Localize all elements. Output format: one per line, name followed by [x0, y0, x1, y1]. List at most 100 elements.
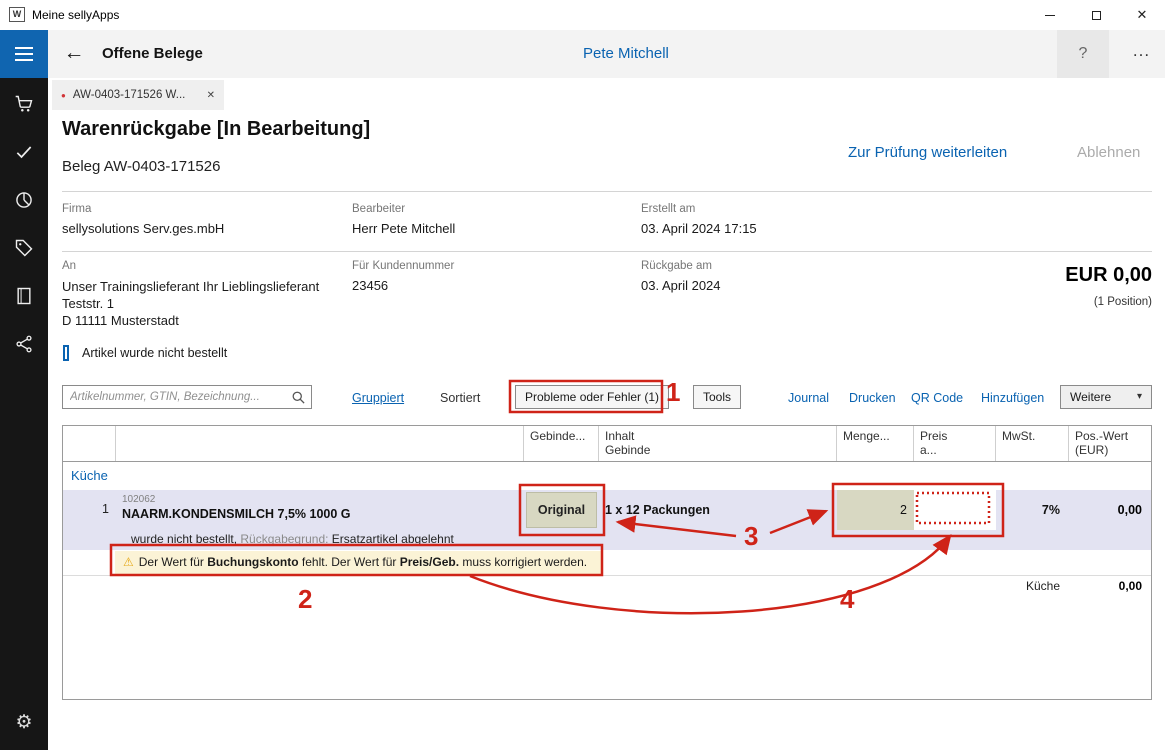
tools-button[interactable]: Tools [693, 385, 741, 409]
title-bar: W Meine sellyApps ✕ [0, 0, 1165, 30]
maximize-icon [1092, 11, 1101, 20]
app-header: ← Offene Belege Pete Mitchell ? ... [0, 30, 1165, 78]
mwst-cell: 7% [996, 490, 1069, 530]
user-name[interactable]: Pete Mitchell [583, 30, 669, 78]
hamburger-menu-button[interactable] [0, 30, 48, 78]
maximize-button[interactable] [1073, 0, 1119, 30]
hamburger-icon [15, 47, 33, 49]
warning-icon: ⚠ [123, 555, 134, 569]
col-header-gebinde[interactable]: Gebinde... [524, 426, 599, 461]
rueckgabe-am-label: Rückgabe am [641, 260, 712, 272]
chevron-down-icon: ▾ [1137, 386, 1142, 408]
col-header-preis[interactable]: Preis a... [914, 426, 996, 461]
close-button[interactable]: ✕ [1119, 0, 1165, 30]
erstellt-am-label: Erstellt am [641, 203, 695, 215]
group-row: Küche [63, 462, 1151, 490]
divider [62, 251, 1152, 252]
article-name: NAARM.KONDENSMILCH 7,5% 1000 G [122, 507, 524, 521]
kundennummer-label: Für Kundennummer [352, 260, 454, 272]
not-ordered-checkbox[interactable] [63, 345, 69, 361]
group-summary-row: Küche 0,00 [63, 575, 1151, 597]
sidebar-item-share[interactable] [0, 320, 48, 368]
minimize-icon [1045, 15, 1055, 16]
poswert-cell: 0,00 [1069, 490, 1151, 530]
back-button[interactable]: ← [56, 30, 92, 78]
probleme-oder-fehler-button[interactable]: Probleme oder Fehler (1) [515, 385, 669, 409]
preis-input-cell[interactable] [914, 490, 996, 530]
article-note-row: wurde nicht bestellt, Rückgabegrund: Ers… [63, 530, 1151, 550]
help-button[interactable]: ? [1057, 30, 1109, 78]
weitere-label: Weitere [1070, 386, 1111, 408]
document-tab[interactable]: ● AW-0403-171526 W... ✕ [52, 80, 224, 110]
inhalt-gebinde-cell: 1 x 12 Packungen [599, 490, 837, 530]
not-ordered-checkbox-label: Artikel wurde nicht bestellt [82, 346, 227, 360]
tab-close-icon[interactable]: ✕ [207, 90, 215, 101]
drucken-link[interactable]: Drucken [849, 391, 896, 405]
summary-value: 0,00 [1069, 576, 1151, 597]
article-row[interactable]: 1 102062 NAARM.KONDENSMILCH 7,5% 1000 G … [63, 490, 1151, 530]
col-header-description [116, 426, 524, 461]
unsaved-dot-icon: ● [61, 91, 66, 100]
sidebar: ⚙ [0, 78, 48, 750]
tab-label: AW-0403-171526 W... [73, 89, 186, 101]
document-title: Warenrückgabe [In Bearbeitung] [62, 118, 370, 141]
app-logo-icon: W [9, 7, 25, 22]
position-count: (1 Position) [1094, 296, 1152, 308]
positions-table: Gebinde... Inhalt Gebinde Menge... Preis… [62, 425, 1152, 700]
firma-label: Firma [62, 203, 91, 215]
kundennummer-value: 23456 [352, 278, 388, 293]
validation-warning-row: ⚠Der Wert für Buchungskonto fehlt. Der W… [63, 550, 1151, 575]
sortiert-link[interactable]: Sortiert [440, 391, 480, 405]
firma-value: sellysolutions Serv.ges.mbH [62, 221, 224, 236]
article-number: 102062 [122, 494, 524, 505]
validation-warning: ⚠Der Wert für Buchungskonto fehlt. Der W… [115, 551, 601, 574]
article-search-box [62, 385, 312, 409]
more-options-button[interactable]: ... [1118, 30, 1165, 78]
sidebar-item-cart[interactable] [0, 80, 48, 128]
qr-code-link[interactable]: QR Code [911, 391, 963, 405]
total-amount: EUR 0,00 [1065, 264, 1152, 287]
an-line2: Teststr. 1 [62, 295, 319, 312]
row-description: 102062 NAARM.KONDENSMILCH 7,5% 1000 G [116, 490, 524, 530]
minimize-button[interactable] [1027, 0, 1073, 30]
col-header-mwst[interactable]: MwSt. [996, 426, 1069, 461]
sidebar-item-journal[interactable] [0, 272, 48, 320]
menge-input-cell[interactable]: 2 [837, 490, 914, 530]
sidebar-item-tasks[interactable] [0, 128, 48, 176]
erstellt-am-value: 03. April 2024 17:15 [641, 221, 757, 236]
bearbeiter-value: Herr Pete Mitchell [352, 221, 455, 236]
hinzufuegen-link[interactable]: Hinzufügen [981, 391, 1044, 405]
forward-for-review-button[interactable]: Zur Prüfung weiterleiten [848, 144, 1007, 161]
row-number: 1 [63, 490, 116, 530]
an-line3: D 11111 Musterstadt [62, 312, 319, 329]
check-icon [14, 142, 34, 162]
gear-icon: ⚙ [15, 711, 32, 734]
col-header-menge[interactable]: Menge... [837, 426, 914, 461]
search-input[interactable] [63, 386, 311, 408]
reject-button[interactable]: Ablehnen [1077, 144, 1140, 161]
cart-icon [14, 94, 34, 114]
an-label: An [62, 260, 76, 272]
gebinde-cell: Original [524, 490, 599, 530]
col-header-inhalt-gebinde[interactable]: Inhalt Gebinde [599, 426, 837, 461]
sidebar-item-settings[interactable]: ⚙ [0, 700, 48, 744]
divider [62, 191, 1152, 192]
col-header-number [63, 426, 116, 461]
window-title: Meine sellyApps [32, 0, 119, 30]
gruppiert-link[interactable]: Gruppiert [352, 391, 404, 405]
sidebar-item-reports[interactable] [0, 176, 48, 224]
gebinde-original-button[interactable]: Original [526, 492, 597, 528]
summary-group-label: Küche [996, 576, 1069, 597]
search-icon[interactable] [291, 390, 306, 410]
col-header-poswert[interactable]: Pos.-Wert (EUR) [1069, 426, 1151, 461]
an-value: Unser Trainingslieferant Ihr Lieblingsli… [62, 278, 319, 329]
weitere-dropdown[interactable]: Weitere ▾ [1060, 385, 1152, 409]
rueckgabe-am-value: 03. April 2024 [641, 278, 721, 293]
journal-link[interactable]: Journal [788, 391, 829, 405]
sidebar-item-prices[interactable] [0, 224, 48, 272]
book-icon [14, 286, 34, 306]
table-header-row: Gebinde... Inhalt Gebinde Menge... Preis… [63, 426, 1151, 462]
tag-icon [14, 238, 34, 258]
bearbeiter-label: Bearbeiter [352, 203, 405, 215]
group-kueche-label[interactable]: Küche [63, 462, 1151, 490]
